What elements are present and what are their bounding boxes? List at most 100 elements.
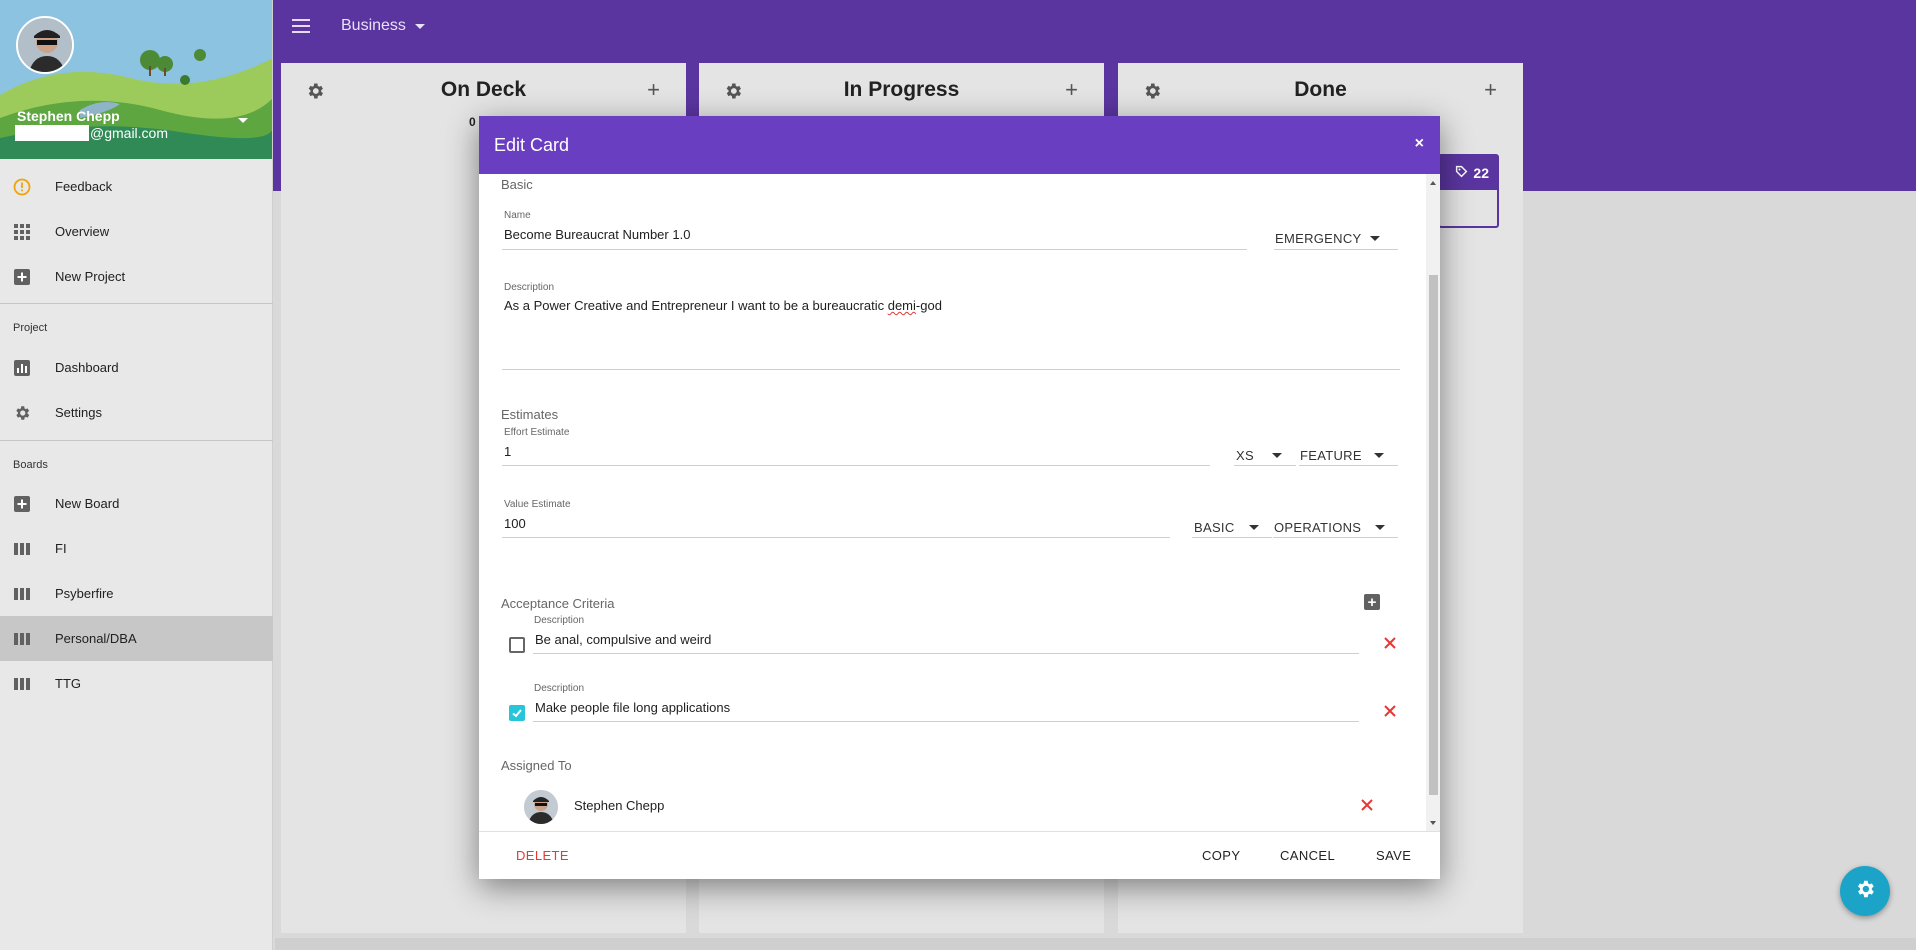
sidebar-item-settings[interactable]: Settings xyxy=(0,390,273,435)
column-title: In Progress xyxy=(843,78,960,101)
sidebar-item-label: Settings xyxy=(55,405,102,420)
dialog-scrollbar[interactable] xyxy=(1426,174,1440,831)
criterion-checkbox[interactable] xyxy=(509,637,525,653)
size-select[interactable]: XS xyxy=(1236,448,1282,463)
checkmark-icon xyxy=(512,709,522,718)
sidebar-item-label: Feedback xyxy=(55,179,113,194)
name-input-underline xyxy=(502,249,1247,250)
board-columns-icon xyxy=(13,630,31,648)
type-select[interactable]: FEATURE xyxy=(1300,448,1384,463)
board-card[interactable]: 22 xyxy=(1438,154,1499,228)
sidebar-item-feedback[interactable]: Feedback xyxy=(0,164,273,209)
scrollbar-thumb[interactable] xyxy=(1429,275,1438,795)
criterion-underline xyxy=(533,653,1359,654)
priority-select[interactable]: EMERGENCY xyxy=(1275,231,1380,246)
add-card-plus-icon[interactable]: + xyxy=(647,79,660,101)
description-underline xyxy=(502,369,1400,370)
value-estimate-input[interactable]: 100 xyxy=(504,516,526,531)
chevron-down-icon xyxy=(1369,236,1380,241)
size-select-underline xyxy=(1234,465,1296,466)
remove-assignee-close-icon[interactable] xyxy=(1360,798,1374,812)
criterion-field-label: Description xyxy=(534,615,585,626)
boards-section-heading: Boards xyxy=(13,459,48,471)
chevron-down-icon xyxy=(1373,453,1384,458)
criterion-input[interactable]: Make people file long applications xyxy=(535,700,730,715)
effort-estimate-label: Effort Estimate xyxy=(504,427,570,438)
project-selector-label: Business xyxy=(341,17,406,34)
sidebar-item-new-board[interactable]: New Board xyxy=(0,481,273,526)
priority-select-value: EMERGENCY xyxy=(1275,231,1362,246)
user-name: Stephen Chepp xyxy=(17,108,120,124)
user-avatar[interactable] xyxy=(16,16,74,74)
card-header: 22 xyxy=(1440,156,1497,190)
alert-circle-icon xyxy=(13,178,31,196)
bar-chart-icon xyxy=(13,359,31,377)
sidebar-item-board-fi[interactable]: FI xyxy=(0,526,273,571)
sidebar-item-board-psyberfire[interactable]: Psyberfire xyxy=(0,571,273,616)
cancel-button[interactable]: CANCEL xyxy=(1280,848,1335,863)
assigned-to-heading: Assigned To xyxy=(501,758,572,773)
sidebar-item-dashboard[interactable]: Dashboard xyxy=(0,345,273,390)
value-area-select-underline xyxy=(1273,537,1398,538)
sidebar-item-board-personal-dba[interactable]: Personal/DBA xyxy=(0,616,273,661)
sidebar-item-board-ttg[interactable]: TTG xyxy=(0,661,273,706)
sidebar-item-label: Psyberfire xyxy=(55,586,114,601)
project-section-heading: Project xyxy=(13,322,48,334)
criterion-input[interactable]: Be anal, compulsive and weird xyxy=(535,632,711,647)
card-points: 22 xyxy=(1473,165,1489,181)
save-button[interactable]: SAVE xyxy=(1376,848,1411,863)
sidebar-divider xyxy=(0,440,273,441)
dialog-footer: DELETE COPY CANCEL SAVE xyxy=(479,831,1440,879)
board-columns-icon xyxy=(13,675,31,693)
sidebar-item-label: Personal/DBA xyxy=(55,631,137,646)
close-icon[interactable]: × xyxy=(1415,135,1424,153)
add-criterion-button[interactable]: + xyxy=(1364,594,1380,610)
remove-criterion-close-icon[interactable] xyxy=(1383,704,1397,718)
gear-icon xyxy=(1854,878,1876,905)
column-title: Done xyxy=(1294,78,1347,101)
sidebar-item-overview[interactable]: Overview xyxy=(0,209,273,254)
copy-button[interactable]: COPY xyxy=(1202,848,1240,863)
chevron-down-icon xyxy=(1271,453,1282,458)
sidebar-item-new-project[interactable]: New Project xyxy=(0,254,273,299)
criterion-checkbox-checked[interactable] xyxy=(509,705,525,721)
effort-estimate-input[interactable]: 1 xyxy=(504,444,511,459)
board-columns-icon xyxy=(13,585,31,603)
remove-criterion-close-icon[interactable] xyxy=(1383,636,1397,650)
add-box-icon xyxy=(13,495,31,513)
menu-icon[interactable] xyxy=(292,19,310,33)
scroll-up-arrow-icon[interactable] xyxy=(1430,181,1436,185)
apps-grid-icon xyxy=(13,223,31,241)
value-area-select[interactable]: OPERATIONS xyxy=(1274,520,1386,535)
delete-button[interactable]: DELETE xyxy=(516,848,569,863)
type-select-value: FEATURE xyxy=(1300,448,1362,463)
name-input[interactable]: Become Bureaucrat Number 1.0 xyxy=(504,227,690,242)
effort-estimate-underline xyxy=(502,465,1210,466)
add-card-plus-icon[interactable]: + xyxy=(1065,79,1078,101)
name-field-label: Name xyxy=(504,210,531,221)
chevron-down-icon xyxy=(414,23,425,29)
value-estimate-underline xyxy=(502,537,1170,538)
size-select-value: XS xyxy=(1236,448,1254,463)
description-text: As a Power Creative and Entrepreneur I w… xyxy=(504,298,888,313)
type-select-underline xyxy=(1299,465,1398,466)
acceptance-criteria-heading: Acceptance Criteria xyxy=(501,596,615,611)
tag-icon xyxy=(1455,165,1468,181)
criterion-underline xyxy=(533,721,1359,722)
add-card-plus-icon[interactable]: + xyxy=(1484,79,1497,101)
email-redaction xyxy=(15,125,89,141)
settings-fab[interactable] xyxy=(1840,866,1890,916)
assignee-name: Stephen Chepp xyxy=(574,798,665,813)
sidebar-item-label: New Project xyxy=(55,269,126,284)
dialog-body: Basic Name Become Bureaucrat Number 1.0 … xyxy=(479,174,1440,831)
criterion-field-label: Description xyxy=(534,683,585,694)
scroll-down-arrow-icon[interactable] xyxy=(1430,821,1436,825)
value-level-select-value: BASIC xyxy=(1194,520,1235,535)
value-level-select[interactable]: BASIC xyxy=(1194,520,1259,535)
account-dropdown-icon[interactable] xyxy=(238,118,248,123)
description-textarea[interactable]: As a Power Creative and Entrepreneur I w… xyxy=(504,298,942,313)
sidebar-item-label: TTG xyxy=(55,676,81,691)
horizontal-scrollbar[interactable] xyxy=(275,938,1916,950)
email-suffix: @gmail.com xyxy=(90,125,169,141)
project-selector[interactable]: Business xyxy=(341,17,425,35)
